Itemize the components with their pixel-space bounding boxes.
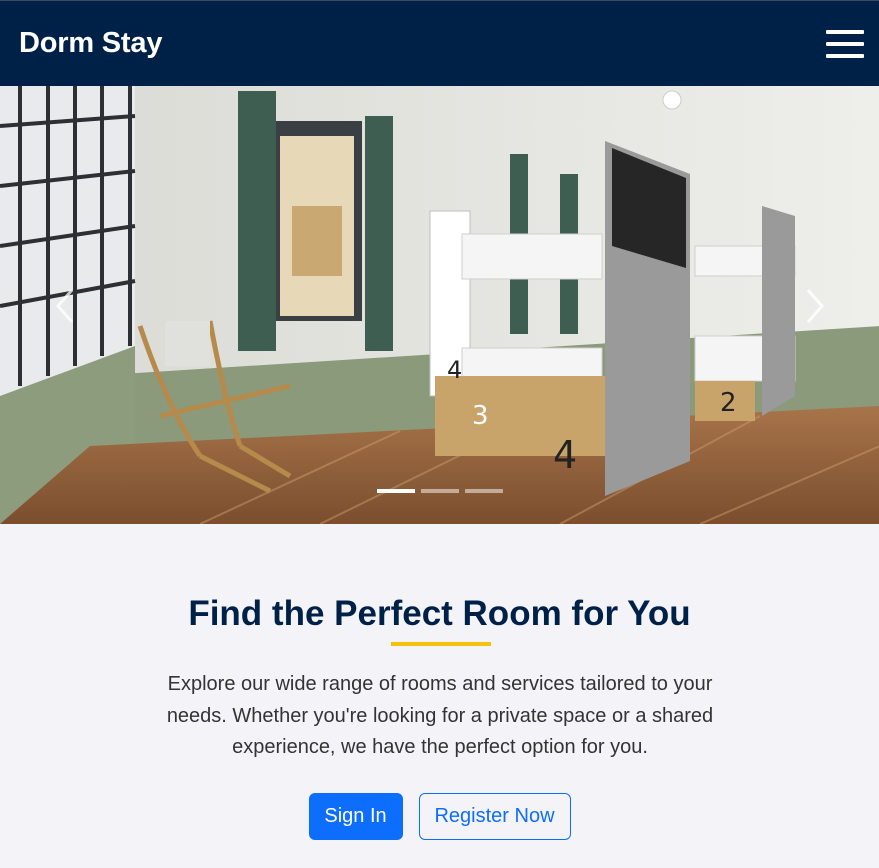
hero-content: Find the Perfect Room for You Explore ou… [0,524,879,868]
carousel-indicator-3[interactable] [465,489,503,493]
hamburger-line [826,53,864,58]
register-button[interactable]: Register Now [418,793,571,840]
navbar: Dorm Stay [0,0,879,86]
bed-number-label: 4 [447,356,462,384]
page-title: Find the Perfect Room for You [188,594,691,633]
bed-number-label: 3 [472,401,489,431]
chevron-left-icon [56,289,74,323]
carousel-indicator-2[interactable] [421,489,459,493]
title-underline [391,642,491,646]
hamburger-menu-icon[interactable] [826,29,864,59]
brand-logo[interactable]: Dorm Stay [19,27,162,60]
carousel-indicator-1[interactable] [377,489,415,493]
hamburger-line [826,29,864,34]
carousel-next-button[interactable] [780,266,850,346]
sign-in-button[interactable]: Sign In [308,793,403,840]
chevron-right-icon [806,289,824,323]
dorm-room-image: 3 4 3 4 2 [0,86,879,524]
hero-carousel: 3 4 3 4 2 [0,86,879,524]
carousel-prev-button[interactable] [30,266,100,346]
hero-description: Explore our wide range of rooms and serv… [166,673,714,758]
bed-number-label: 2 [720,388,737,418]
bed-number-label: 4 [553,433,577,477]
carousel-indicators [377,489,503,493]
bed-number-label: 3 [447,249,461,274]
hamburger-line [826,41,864,46]
cta-buttons: Sign In Register Now [0,793,879,840]
